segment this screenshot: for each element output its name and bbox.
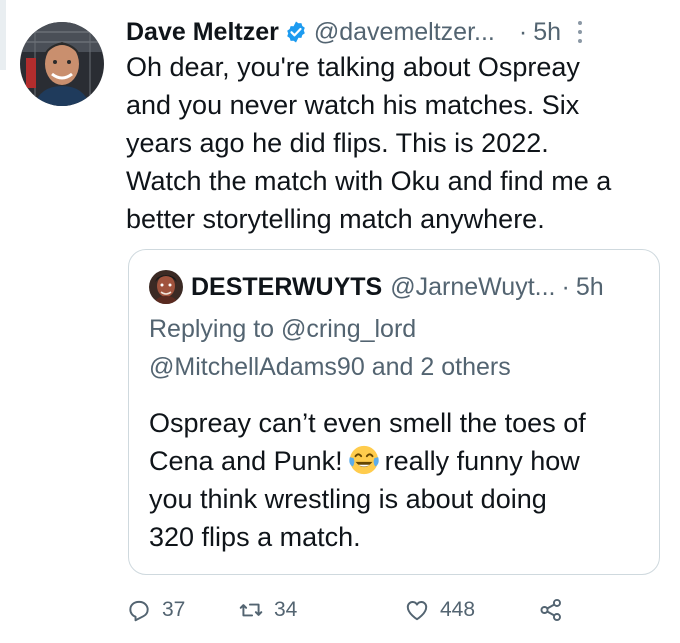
reply-mention: @MitchellAdams90 bbox=[149, 353, 365, 381]
retweet-icon bbox=[239, 603, 263, 617]
author-name[interactable]: Dave Meltzer bbox=[126, 18, 279, 47]
share-icon bbox=[540, 598, 561, 622]
face-with-tears-of-joy-emoji bbox=[348, 445, 379, 475]
replying-to: Replying to @cring_lord @MitchellAdams90… bbox=[149, 310, 649, 386]
tweet-header: Dave Meltzer @davemeltzer... · 5h bbox=[126, 12, 666, 52]
reply-icon bbox=[129, 600, 149, 622]
reply-others: 2 others bbox=[420, 353, 511, 381]
like-button[interactable]: 448 bbox=[404, 592, 475, 628]
quoted-text-fragment: really funny how bbox=[384, 446, 580, 476]
quoted-tweet-timestamp: 5h bbox=[575, 272, 604, 301]
quoted-tweet-header: DESTERWUYTS @JarneWuyt... · 5h bbox=[149, 270, 604, 304]
quoted-header-separator: · bbox=[561, 272, 570, 301]
reply-count: 37 bbox=[162, 598, 186, 621]
more-options-icon[interactable] bbox=[573, 19, 587, 45]
header-separator: · bbox=[518, 17, 528, 46]
author-avatar[interactable] bbox=[20, 22, 104, 106]
tweet-text-line: Watch the match with Oku and find me a bbox=[126, 166, 612, 196]
quoted-text-line: Cena and Punk! really funny how bbox=[149, 442, 649, 480]
tweet-text-line: and you never watch his matches. Six bbox=[126, 90, 580, 120]
like-count: 448 bbox=[440, 598, 476, 621]
reply-mention: @cring_lord bbox=[281, 315, 417, 343]
quoted-text-line: you think wrestling is about doing bbox=[149, 484, 547, 514]
replying-to-label: Replying to bbox=[149, 315, 275, 343]
quoted-text-line: 320 flips a match. bbox=[149, 522, 361, 552]
reply-button[interactable]: 37 bbox=[126, 592, 185, 628]
tweet-text-line: years ago he did flips. This is 2022. bbox=[126, 128, 549, 158]
tweet-text: Oh dear, you're talking about Ospreay an… bbox=[126, 48, 646, 238]
quoted-author-name: DESTERWUYTS bbox=[191, 272, 383, 301]
verified-badge-icon bbox=[287, 21, 305, 43]
tweet-actions: 37 34 448 bbox=[126, 592, 596, 628]
quoted-text-fragment: Cena and Punk! bbox=[149, 446, 343, 476]
tweet-text-line: better storytelling match anywhere. bbox=[126, 204, 545, 234]
quoted-text-line: Ospreay can’t even smell the toes of bbox=[149, 408, 586, 438]
share-button[interactable] bbox=[538, 592, 574, 628]
reply-and: and bbox=[371, 353, 414, 381]
quoted-tweet-card[interactable]: DESTERWUYTS @JarneWuyt... · 5h Replying … bbox=[128, 249, 660, 575]
tweet-timestamp[interactable]: 5h bbox=[533, 18, 561, 47]
author-avatar-image bbox=[20, 22, 104, 106]
retweet-button[interactable]: 34 bbox=[238, 592, 297, 628]
quoted-tweet-text: Ospreay can’t even smell the toes of Cen… bbox=[149, 404, 649, 556]
tweet-text-line: Oh dear, you're talking about Ospreay bbox=[126, 52, 580, 82]
like-icon bbox=[406, 601, 428, 621]
quoted-author-handle: @JarneWuyt... bbox=[390, 272, 556, 301]
thread-line bbox=[0, 0, 6, 70]
author-handle[interactable]: @davemeltzer... bbox=[314, 18, 495, 47]
retweet-count: 34 bbox=[274, 598, 298, 621]
quoted-author-avatar bbox=[149, 270, 183, 304]
